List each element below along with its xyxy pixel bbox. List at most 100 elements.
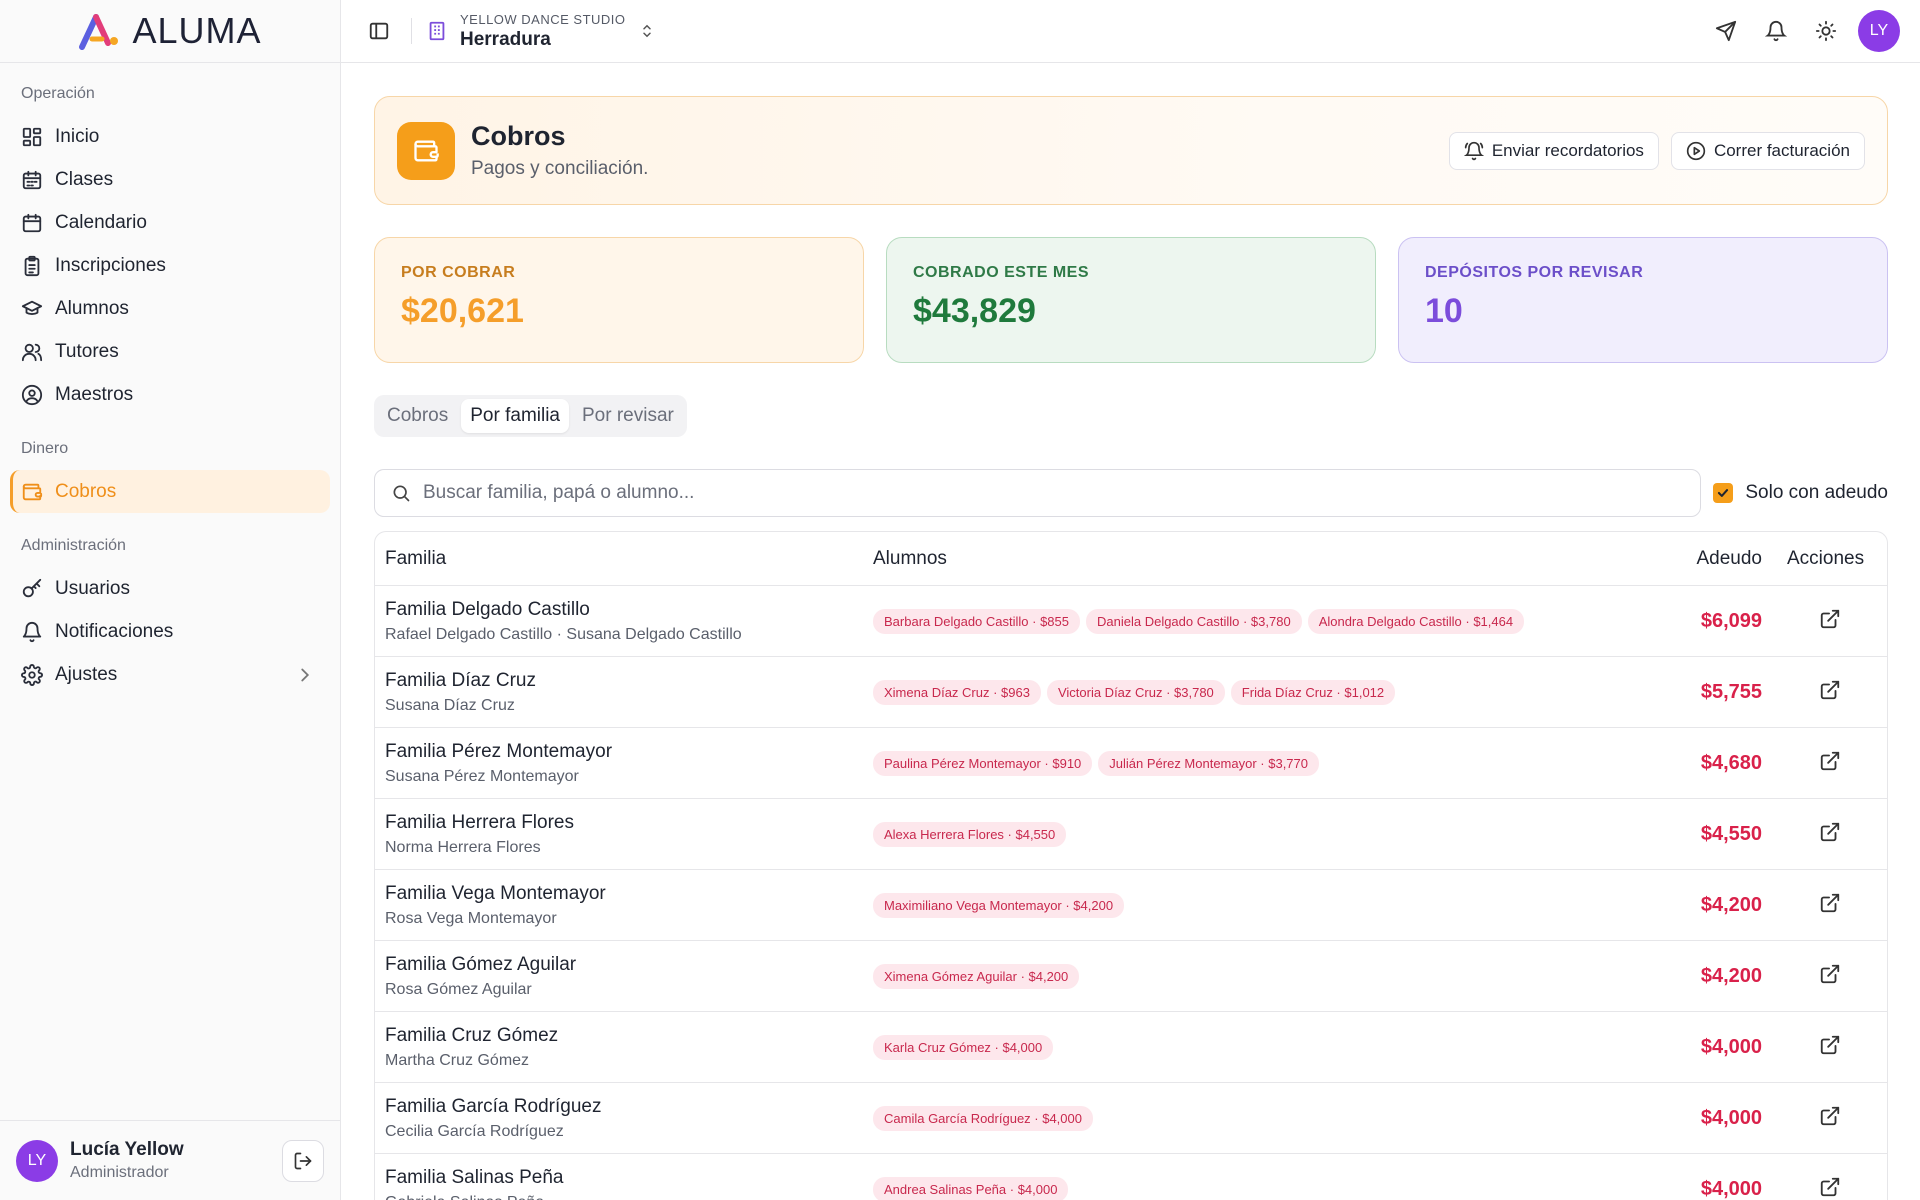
student-chip[interactable]: Camila García Rodríguez · $4,000 xyxy=(873,1105,1093,1131)
open-family-button[interactable] xyxy=(1819,1034,1841,1061)
avatar[interactable]: LY xyxy=(16,1139,58,1182)
tab-por-familia[interactable]: Por familia xyxy=(461,399,569,433)
send-reminders-label: Enviar recordatorios xyxy=(1491,140,1644,160)
sidebar-item-label: Calendario xyxy=(55,211,147,233)
family-parents: Susana Díaz Cruz xyxy=(385,696,515,714)
send-button[interactable] xyxy=(1708,13,1744,49)
theme-toggle-button[interactable] xyxy=(1808,13,1844,49)
table-row[interactable]: Familia Gómez Aguilar Rosa Gómez Aguilar… xyxy=(375,941,1887,1012)
student-chip[interactable]: Ximena Díaz Cruz · $963 xyxy=(873,679,1041,705)
open-family-button[interactable] xyxy=(1819,963,1841,990)
sidebar-item-label: Notificaciones xyxy=(55,620,174,642)
student-chip[interactable]: Barbara Delgado Castillo · $855 xyxy=(873,608,1080,634)
table-row[interactable]: Familia Díaz Cruz Susana Díaz Cruz Ximen… xyxy=(375,657,1887,728)
studio-name: Herradura xyxy=(460,28,551,50)
only-due-toggle[interactable]: Solo con adeudo xyxy=(1713,482,1888,504)
sidebar-item-inicio[interactable]: Inicio xyxy=(10,115,330,158)
student-chip[interactable]: Alexa Herrera Flores · $4,550 xyxy=(873,821,1067,847)
topbar-actions: LY xyxy=(1708,10,1900,52)
calendar-list-icon xyxy=(22,170,42,189)
due-amount: $4,200 xyxy=(1700,964,1762,987)
sidebar-item-inscripciones[interactable]: Inscripciones xyxy=(10,244,330,287)
table-row[interactable]: Familia Delgado Castillo Rafael Delgado … xyxy=(375,586,1887,657)
open-family-button[interactable] xyxy=(1819,821,1841,848)
due-amount: $4,680 xyxy=(1700,751,1762,774)
logo[interactable]: ALUMA xyxy=(0,0,340,63)
sidebar-item-usuarios[interactable]: Usuarios xyxy=(10,567,330,610)
family-parents: Norma Herrera Flores xyxy=(385,838,541,856)
studio-switcher[interactable]: YELLOW DANCE STUDIO Herradura xyxy=(426,12,656,51)
table-row[interactable]: Familia Herrera Flores Norma Herrera Flo… xyxy=(375,799,1887,870)
sidebar-item-alumnos[interactable]: Alumnos xyxy=(10,287,330,330)
table-header: Familia Alumnos Adeudo Acciones xyxy=(375,532,1887,586)
family-parents: Rosa Gómez Aguilar xyxy=(385,980,532,998)
external-link-icon xyxy=(1820,1106,1839,1125)
sidebar-item-clases[interactable]: Clases xyxy=(10,158,330,201)
header-family[interactable]: Familia xyxy=(375,548,873,570)
tab-cobros[interactable]: Cobros xyxy=(378,399,457,433)
open-family-button[interactable] xyxy=(1819,1176,1841,1200)
sidebar-item-maestros[interactable]: Maestros xyxy=(10,373,330,416)
sidebar-item-label: Clases xyxy=(55,168,114,190)
notifications-button[interactable] xyxy=(1758,13,1794,49)
nav-section-label: Administración xyxy=(21,537,126,554)
student-chip[interactable]: Victoria Díaz Cruz · $3,780 xyxy=(1046,679,1225,705)
logout-icon xyxy=(294,1152,312,1169)
due-amount: $4,000 xyxy=(1700,1106,1762,1129)
topbar-avatar[interactable]: LY xyxy=(1858,10,1900,52)
open-family-button[interactable] xyxy=(1819,1105,1841,1132)
due-amount: $4,000 xyxy=(1700,1035,1762,1058)
student-chip[interactable]: Andrea Salinas Peña · $4,000 xyxy=(873,1176,1069,1200)
table-row[interactable]: Familia García Rodríguez Cecilia García … xyxy=(375,1083,1887,1154)
topbar-divider xyxy=(411,18,412,44)
sidebar-item-calendario[interactable]: Calendario xyxy=(10,201,330,244)
family-parents: Rafael Delgado Castillo · Susana Delgado… xyxy=(385,625,742,643)
search-input[interactable] xyxy=(423,482,1685,504)
run-billing-button[interactable]: Correr facturación xyxy=(1670,131,1865,170)
sidebar-item-cobros[interactable]: Cobros xyxy=(10,470,330,513)
header-students[interactable]: Alumnos xyxy=(873,548,1642,570)
user-profile: LY Lucía Yellow Administrador xyxy=(0,1120,340,1200)
student-chip[interactable]: Frida Díaz Cruz · $1,012 xyxy=(1230,679,1396,705)
family-name: Familia Salinas Peña xyxy=(385,1166,564,1188)
open-family-button[interactable] xyxy=(1819,750,1841,777)
open-family-button[interactable] xyxy=(1819,608,1841,635)
toggle-sidebar-button[interactable] xyxy=(361,13,397,49)
student-chip[interactable]: Paulina Pérez Montemayor · $910 xyxy=(873,750,1093,776)
users-icon xyxy=(21,343,43,361)
logout-button[interactable] xyxy=(282,1139,324,1182)
sidebar-item-tutores[interactable]: Tutores xyxy=(10,330,330,373)
sidebar-item-ajustes[interactable]: Ajustes xyxy=(10,653,330,696)
header-due[interactable]: Adeudo xyxy=(1642,548,1772,570)
only-due-checkbox[interactable] xyxy=(1713,483,1734,503)
aluma-logo-icon xyxy=(79,14,119,50)
nav-section-label: Operación xyxy=(21,85,95,102)
table-row[interactable]: Familia Vega Montemayor Rosa Vega Montem… xyxy=(375,870,1887,941)
sidebar-item-label: Cobros xyxy=(55,480,117,502)
send-reminders-button[interactable]: Enviar recordatorios xyxy=(1448,131,1659,170)
tab-por-revisar[interactable]: Por revisar xyxy=(573,399,683,433)
chevron-up-down-icon xyxy=(642,24,651,38)
stat-collected: COBRADO ESTE MES $43,829 xyxy=(886,237,1376,363)
open-family-button[interactable] xyxy=(1819,892,1841,919)
student-chip[interactable]: Julián Pérez Montemayor · $3,770 xyxy=(1098,750,1319,776)
wallet-icon xyxy=(397,121,455,180)
check-icon xyxy=(1718,489,1729,497)
family-name: Familia Díaz Cruz xyxy=(385,669,536,691)
student-chip[interactable]: Alondra Delgado Castillo · $1,464 xyxy=(1307,608,1525,634)
student-chip[interactable]: Daniela Delgado Castillo · $3,780 xyxy=(1086,608,1302,634)
student-chip[interactable]: Maximiliano Vega Montemayor · $4,200 xyxy=(873,892,1125,918)
external-link-icon xyxy=(1820,822,1839,841)
stats-row: POR COBRAR $20,621 COBRADO ESTE MES $43,… xyxy=(374,237,1888,363)
family-name: Familia García Rodríguez xyxy=(385,1095,602,1117)
sidebar-item-notificaciones[interactable]: Notificaciones xyxy=(10,610,330,653)
student-chip[interactable]: Karla Cruz Gómez · $4,000 xyxy=(873,1034,1054,1060)
table-row[interactable]: Familia Salinas Peña Gabriela Salinas Pe… xyxy=(375,1154,1887,1200)
student-chip[interactable]: Ximena Gómez Aguilar · $4,200 xyxy=(873,963,1080,989)
bell-ring-icon xyxy=(1463,141,1484,160)
table-row[interactable]: Familia Pérez Montemayor Susana Pérez Mo… xyxy=(375,728,1887,799)
open-family-button[interactable] xyxy=(1819,679,1841,706)
sun-icon xyxy=(1815,20,1837,42)
page-subtitle: Pagos y conciliación. xyxy=(471,158,649,179)
table-row[interactable]: Familia Cruz Gómez Martha Cruz Gómez Kar… xyxy=(375,1012,1887,1083)
